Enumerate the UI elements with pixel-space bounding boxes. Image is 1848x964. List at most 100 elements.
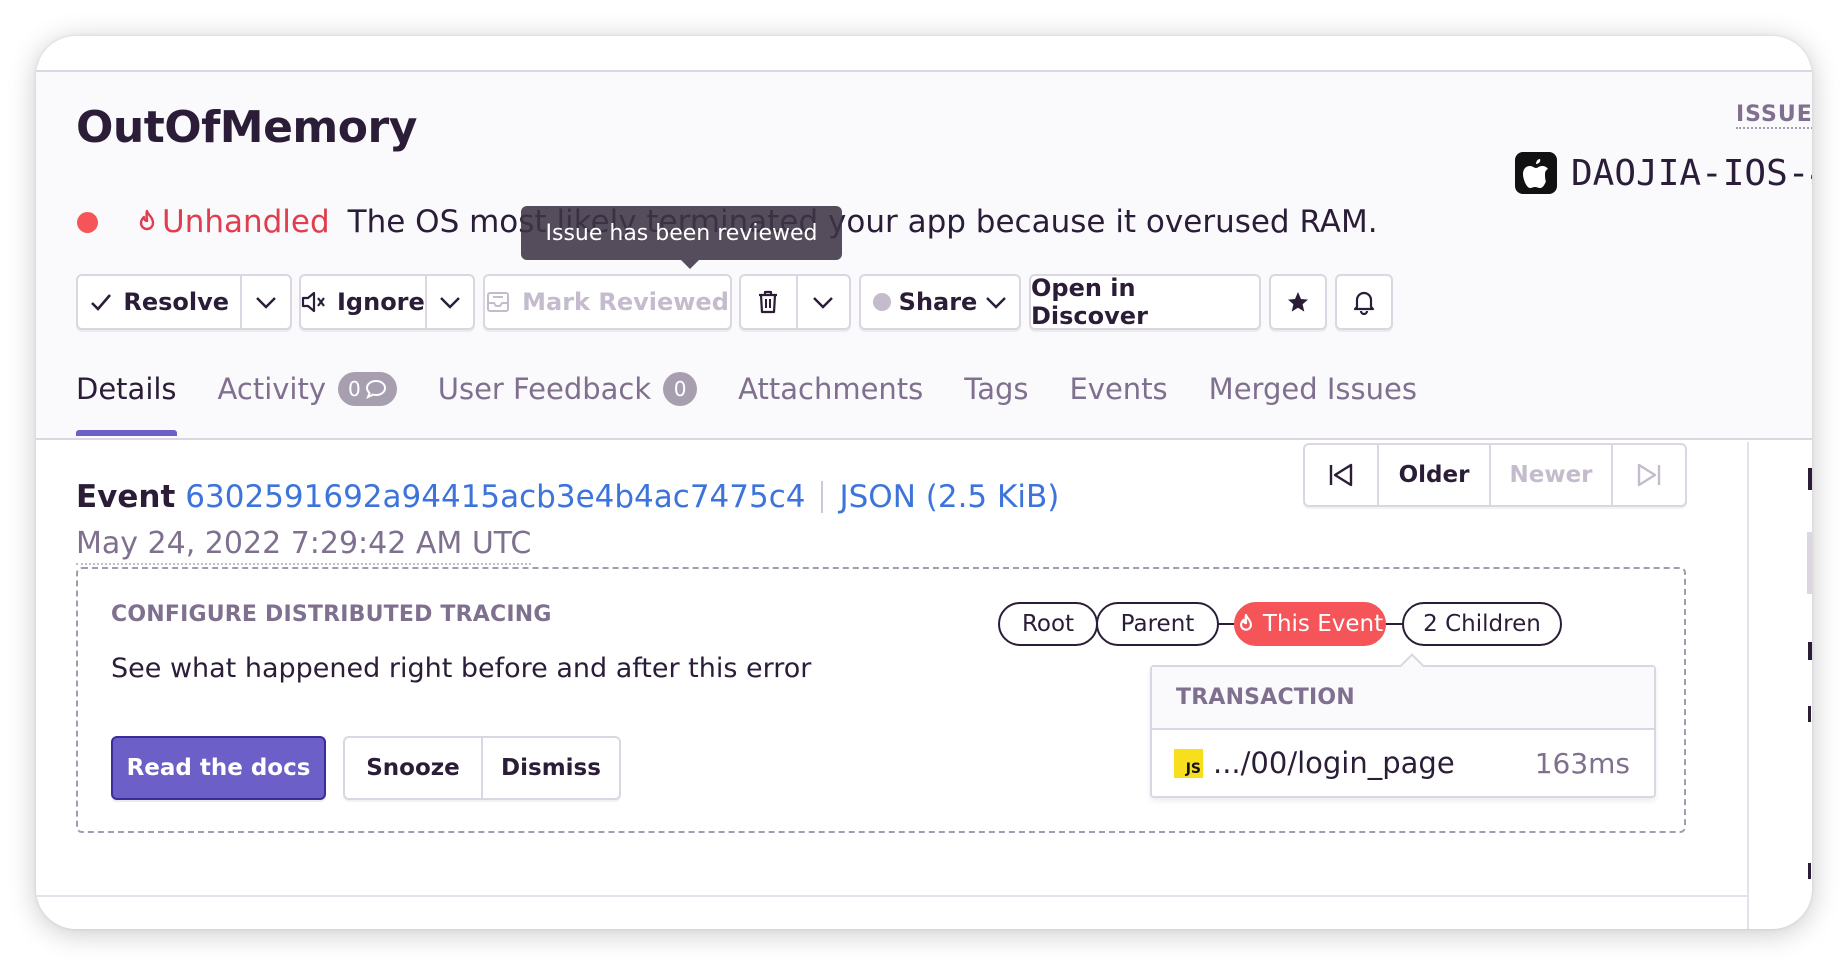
skip-to-first-icon	[1329, 463, 1353, 487]
open-in-discover-label: Open in Discover	[1031, 274, 1148, 330]
bookmark-button[interactable]	[1269, 274, 1327, 330]
tab-tags[interactable]: Tags	[964, 372, 1028, 406]
tracing-description: See what happened right before and after…	[111, 653, 812, 684]
clipped-glyph	[1808, 706, 1811, 722]
chevron-down-icon	[256, 297, 277, 309]
event-date: May 24, 2022 7:29:42 AM UTC	[76, 526, 532, 565]
tab-label: User Feedback	[437, 372, 652, 406]
chevron-down-icon	[986, 297, 1007, 309]
project-badge[interactable]: DAOJIA-IOS-4	[1515, 152, 1812, 194]
check-icon	[91, 294, 112, 311]
unhandled-label: Unhandled	[162, 204, 330, 240]
mute-icon	[301, 291, 325, 313]
event-header: Event 6302591692a94415acb3e4b4ac7475c4 J…	[76, 479, 1059, 515]
share-label: Share	[898, 288, 978, 316]
comment-icon	[365, 379, 386, 399]
tab-events[interactable]: Events	[1069, 372, 1167, 406]
newest-button[interactable]	[1611, 445, 1685, 505]
ignore-button[interactable]: Ignore	[301, 276, 425, 328]
trace-node-this-event[interactable]: This Event	[1234, 602, 1386, 646]
tab-label: Activity	[217, 372, 326, 406]
trace-connector	[1384, 623, 1404, 625]
ignore-button-group: Ignore	[299, 274, 475, 330]
delete-button[interactable]	[741, 276, 796, 328]
mark-reviewed-label: Mark Reviewed	[522, 288, 729, 316]
tab-label: Details	[76, 372, 177, 406]
mark-reviewed-button[interactable]: Mark Reviewed	[483, 274, 732, 330]
issue-tabs: Details Activity 0 User Feedback 0 Attac…	[76, 372, 1458, 436]
snooze-button[interactable]: Snooze	[345, 738, 481, 798]
older-button[interactable]: Older	[1377, 445, 1489, 505]
read-docs-button[interactable]: Read the docs	[111, 736, 326, 800]
trace-node-root[interactable]: Root	[998, 602, 1098, 646]
json-link[interactable]: JSON (2.5 KiB)	[839, 479, 1059, 515]
javascript-icon: JS	[1174, 748, 1203, 778]
distributed-tracing-panel: CONFIGURE DISTRIBUTED TRACING See what h…	[76, 567, 1686, 833]
activity-count: 0	[348, 377, 361, 401]
trash-icon	[759, 290, 778, 314]
trace-connector	[1216, 623, 1236, 625]
flame-icon	[139, 209, 155, 231]
clipped-glyph	[1808, 863, 1811, 879]
dismiss-button[interactable]: Dismiss	[481, 738, 619, 798]
trace-node-children[interactable]: 2 Children	[1402, 602, 1562, 646]
trace-node-parent[interactable]: Parent	[1096, 602, 1219, 646]
apple-icon	[1515, 152, 1557, 194]
tab-label: Tags	[964, 372, 1029, 406]
inbox-icon	[487, 292, 510, 312]
bell-icon	[1353, 291, 1375, 315]
sidebar-divider	[1747, 442, 1749, 929]
issue-title: OutOfMemory	[76, 102, 417, 153]
skip-to-last-icon	[1637, 463, 1661, 487]
clipped-input	[1807, 532, 1812, 594]
clipped-glyph	[1808, 468, 1812, 490]
this-event-label: This Event	[1262, 611, 1384, 637]
oldest-button[interactable]	[1305, 445, 1377, 505]
transaction-name: .../00/login_page	[1213, 746, 1455, 780]
snooze-dismiss-group: Snooze Dismiss	[343, 736, 621, 800]
resolve-button-group: Resolve	[76, 274, 292, 330]
tab-merged-issues[interactable]: Merged Issues	[1209, 372, 1417, 406]
tab-user-feedback[interactable]: User Feedback 0	[437, 372, 698, 406]
newer-button[interactable]: Newer	[1489, 445, 1611, 505]
subscribe-button[interactable]	[1335, 274, 1393, 330]
resolve-label: Resolve	[123, 288, 230, 316]
event-id-link[interactable]: 6302591692a94415acb3e4b4ac7475c4	[185, 479, 805, 515]
delete-dropdown[interactable]	[795, 276, 849, 328]
flame-icon	[1239, 613, 1252, 631]
activity-count-badge: 0	[338, 372, 397, 406]
user-feedback-count-badge: 0	[663, 372, 698, 406]
tab-label: Events	[1069, 372, 1168, 406]
resolve-button[interactable]: Resolve	[78, 276, 240, 328]
ignore-label: Ignore	[337, 288, 425, 316]
tab-details[interactable]: Details	[76, 372, 177, 436]
clipped-glyph	[1808, 642, 1812, 660]
issue-culprit: The OS most likely terminated your app b…	[347, 204, 1378, 240]
tab-attachments[interactable]: Attachments	[738, 372, 923, 406]
star-icon	[1288, 292, 1308, 312]
unhandled-tag[interactable]: Unhandled	[136, 204, 330, 240]
transaction-card: TRANSACTION JS .../00/login_page 163ms	[1150, 665, 1656, 798]
ignore-dropdown[interactable]	[424, 276, 473, 328]
open-in-discover-button[interactable]: Open in Discover	[1029, 274, 1261, 330]
tab-label: Attachments	[738, 372, 924, 406]
transaction-heading: TRANSACTION	[1152, 667, 1654, 730]
tab-label: Merged Issues	[1208, 372, 1417, 406]
issue-id-label[interactable]: ISSUE	[1736, 102, 1812, 129]
transaction-duration: 163ms	[1534, 746, 1630, 780]
section-divider	[36, 895, 1747, 897]
level-indicator	[77, 211, 98, 233]
project-name: DAOJIA-IOS-4	[1571, 152, 1812, 194]
event-pager: Older Newer	[1303, 443, 1687, 507]
transaction-row[interactable]: JS .../00/login_page 163ms	[1152, 730, 1654, 796]
chevron-down-icon	[813, 297, 834, 309]
issue-details-card: OutOfMemory ISSUE DAOJIA-IOS-4 Unhandled…	[36, 36, 1812, 929]
divider	[821, 481, 824, 513]
share-button[interactable]: Share	[859, 274, 1021, 330]
delete-button-group	[739, 274, 851, 330]
share-status-dot	[872, 293, 891, 311]
tooltip-text: Issue has been reviewed	[545, 220, 818, 246]
tab-activity[interactable]: Activity 0	[218, 372, 397, 406]
resolve-dropdown[interactable]	[240, 276, 290, 328]
reviewed-tooltip: Issue has been reviewed	[521, 206, 842, 269]
